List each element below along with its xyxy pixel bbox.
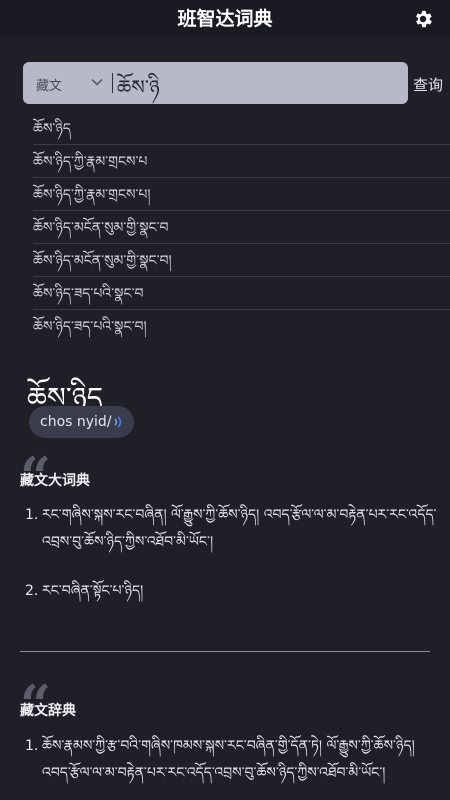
suggestion-item[interactable]: ཆོས་ཉིད་ཟད་པའི་སྣང་བ།: [33, 310, 450, 342]
search-button[interactable]: 查询: [413, 74, 443, 95]
definition-item: 1. རང་གཞིས་སྐས་རང་བཞིན། ལོ་རྒྱུས་ཀྱི་ཆོས…: [25, 502, 437, 556]
search-bar[interactable]: 藏文 ཆོས་ཉི: [23, 62, 408, 104]
language-select-label[interactable]: 藏文: [36, 75, 62, 94]
dictionary-title: 藏文大词典: [20, 473, 90, 489]
definition-number: 2.: [25, 583, 39, 599]
definition-number: 1.: [25, 507, 39, 523]
chevron-down-icon[interactable]: [91, 76, 103, 88]
gear-icon[interactable]: [412, 8, 434, 30]
suggestion-item[interactable]: ཆོས་ཉིད་མངོན་སུམ་གྱི་སྣང་བ།: [33, 244, 450, 277]
suggestion-item[interactable]: ཆོས་ཉིད་ཟད་པའི་སྣང་བ: [33, 277, 450, 310]
definition-text: ཆོས་རྣམས་ཀྱི་རྩ་བའི་གཞིས་ཁམས་སྐས་རང་བཞིན…: [42, 738, 415, 781]
definition-item: 1. ཆོས་རྣམས་ཀྱི་རྩ་བའི་གཞིས་ཁམས་སྐས་རང་བ…: [25, 733, 437, 787]
definition-text: རང་བཞིན་སྟོང་པ་ཉིད།: [42, 583, 144, 599]
pronunciation-button[interactable]: chos nyid/: [29, 406, 134, 438]
suggestion-item[interactable]: ཆོས་ཉིད: [33, 112, 450, 145]
definition-text: རང་གཞིས་སྐས་རང་བཞིན། ལོ་རྒྱུས་ཀྱི་ཆོས་ཉི…: [42, 507, 437, 550]
section-divider: [20, 651, 430, 652]
pronunciation-text: chos nyid/: [40, 414, 112, 430]
suggestion-item[interactable]: ཆོས་ཉིད་ཀྱི་རྣམ་གྲངས་པ།: [33, 178, 450, 211]
suggestion-item[interactable]: ཆོས་ཉིད་ཀྱི་རྣམ་གྲངས་པ: [33, 145, 450, 178]
dictionary-title: 藏文辞典: [20, 703, 76, 719]
suggestion-list: ཆོས་ཉིད ཆོས་ཉིད་ཀྱི་རྣམ་གྲངས་པ ཆོས་ཉིད་ཀ…: [0, 112, 450, 342]
suggestion-item[interactable]: ཆོས་ཉིད་མངོན་སུམ་གྱི་སྣང་བ: [33, 211, 450, 244]
app-title: 班智达词典: [177, 8, 273, 30]
text-cursor: [112, 73, 113, 93]
app-header: 班智达词典: [0, 0, 450, 38]
speaker-icon[interactable]: [113, 415, 125, 429]
definition-item: 2. རང་བཞིན་སྟོང་པ་ཉིད།: [25, 578, 437, 605]
definition-number: 1.: [25, 738, 39, 754]
